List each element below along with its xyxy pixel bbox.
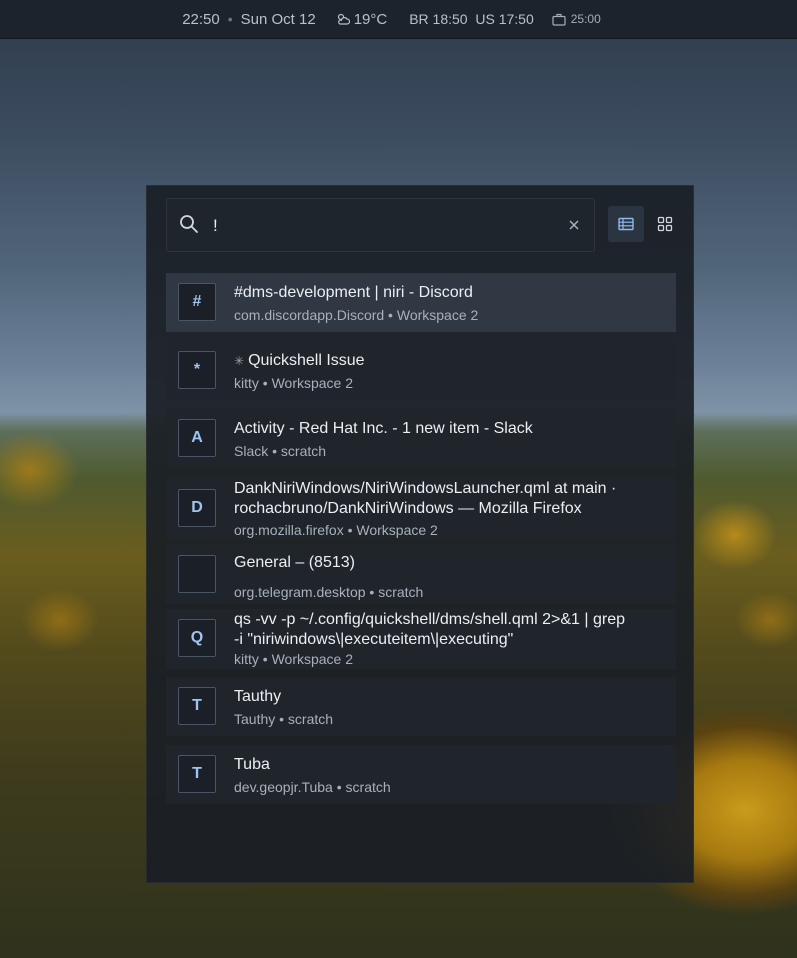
list-item[interactable]: Q qs -vv -p ~/.config/quickshell/dms/she…: [166, 609, 676, 669]
app-icon: #: [178, 283, 216, 321]
weather-icon: [337, 13, 350, 25]
pomodoro-timer[interactable]: 25:00: [552, 12, 601, 26]
weather-widget[interactable]: 19°C: [336, 10, 388, 28]
window-subtitle: org.telegram.desktop • scratch: [234, 584, 424, 600]
top-bar-center: 22:50 • Sun Oct 12 19°C BR 18:50 US 17:5…: [182, 11, 601, 28]
search-box[interactable]: [166, 198, 595, 252]
window-title: Tauthy: [234, 688, 282, 705]
clear-search-icon[interactable]: [568, 219, 580, 231]
list-item[interactable]: D DankNiriWindows/NiriWindowsLauncher.qm…: [166, 477, 676, 539]
window-subtitle: Tauthy • scratch: [234, 711, 334, 727]
search-icon: [180, 215, 198, 233]
list-item[interactable]: T Tuba dev.geopjr.Tuba • scratch: [166, 745, 676, 804]
app-icon: [178, 555, 216, 593]
window-subtitle: com.discordapp.Discord • Workspace 2: [234, 307, 479, 323]
grid-view-icon: [657, 216, 673, 232]
window-title: Quickshell Issue: [248, 352, 365, 369]
window-title-wrap: ✳ Quickshell Issue: [234, 351, 664, 371]
search-input[interactable]: [211, 212, 515, 240]
clock-time[interactable]: 22:50: [182, 11, 220, 28]
list-view-icon: [618, 217, 634, 231]
window-subtitle: kitty • Workspace 2: [234, 375, 354, 391]
window-title: qs -vv -p ~/.config/quickshell/dms/shell…: [234, 611, 625, 648]
top-bar: 22:50 • Sun Oct 12 19°C BR 18:50 US 17:5…: [0, 0, 797, 39]
window-subtitle: dev.geopjr.Tuba • scratch: [234, 779, 391, 795]
app-icon: T: [178, 687, 216, 725]
app-icon: Q: [178, 619, 216, 657]
world-clocks[interactable]: BR 18:50 US 17:50: [409, 11, 534, 27]
app-icon: *: [178, 351, 216, 389]
window-subtitle: org.mozilla.firefox • Workspace 2: [234, 522, 438, 538]
window-launcher: # #dms-development | niri - Discord com.…: [146, 185, 694, 883]
list-item[interactable]: A Activity - Red Hat Inc. - 1 new item -…: [166, 409, 676, 468]
window-subtitle: kitty • Workspace 2: [234, 651, 354, 667]
window-title: Activity - Red Hat Inc. - 1 new item - S…: [234, 420, 533, 437]
app-icon: T: [178, 755, 216, 793]
window-title: #dms-development | niri - Discord: [234, 284, 473, 301]
temperature: 19°C: [353, 10, 388, 28]
window-title: General – (8513): [234, 554, 355, 571]
timer-value: 25:00: [570, 12, 601, 26]
window-title: DankNiriWindows/NiriWindowsLauncher.qml …: [234, 480, 617, 517]
list-view-button[interactable]: [608, 206, 644, 242]
list-item[interactable]: T Tauthy Tauthy • scratch: [166, 677, 676, 736]
app-icon: A: [178, 419, 216, 457]
clock-separator: •: [227, 11, 233, 27]
window-title: Tuba: [234, 756, 270, 773]
window-subtitle: Slack • scratch: [234, 443, 327, 459]
list-item[interactable]: # #dms-development | niri - Discord com.…: [166, 273, 676, 332]
clock-date[interactable]: Sun Oct 12: [241, 11, 316, 28]
briefcase-icon: [552, 13, 566, 26]
spark-icon: ✳: [234, 354, 245, 368]
app-icon: D: [178, 489, 216, 527]
list-item[interactable]: * ✳ Quickshell Issue kitty • Workspace 2: [166, 341, 676, 400]
list-item[interactable]: General – (8513) org.telegram.desktop • …: [166, 545, 676, 604]
grid-view-button[interactable]: [647, 206, 683, 242]
